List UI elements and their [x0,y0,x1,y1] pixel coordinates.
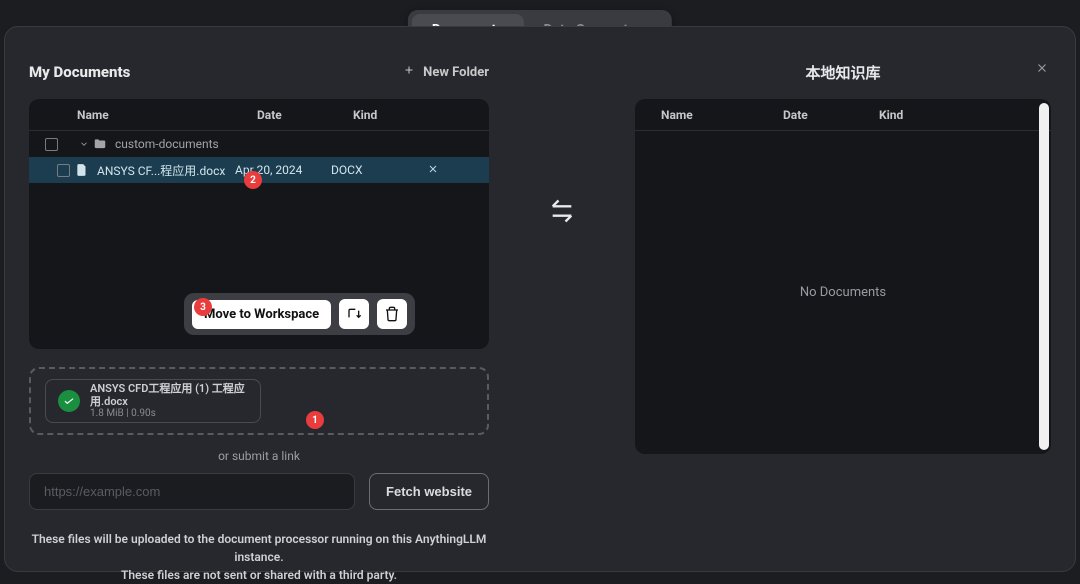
workspace-header-row: Name Date Kind [635,99,1051,131]
plus-icon [403,64,415,80]
upload-filename: ANSYS CFD工程应用 (1) 工程应用.docx [90,382,248,408]
modal-panel: My Documents New Folder Name Date Kind [4,26,1076,572]
new-folder-label: New Folder [423,65,489,80]
file-kind: DOCX [331,163,427,177]
workspace-header-date: Date [783,108,879,122]
step-badge-3: 3 [194,298,212,316]
table-header-row: Name Date Kind [29,99,489,131]
move-to-workspace-button[interactable]: Move to Workspace [192,300,331,329]
step-badge-2: 2 [244,171,262,189]
workspace-table: Name Date Kind No Documents [635,99,1051,454]
workspace-header-name: Name [659,108,783,122]
new-folder-button[interactable]: New Folder [403,64,489,80]
folder-row[interactable]: custom-documents [29,131,489,157]
chevron-down-icon[interactable] [75,139,93,149]
upload-meta: 1.8 MiB | 0.90s [90,408,248,420]
upload-dropzone[interactable]: ANSYS CFD工程应用 (1) 工程应用.docx 1.8 MiB | 0.… [29,367,489,435]
url-input[interactable] [29,473,355,510]
no-documents-label: No Documents [800,285,886,300]
file-checkbox[interactable] [57,164,70,177]
trash-icon[interactable] [377,299,407,329]
close-icon[interactable] [1035,61,1055,81]
swap-icon[interactable] [548,197,576,229]
file-name: ANSYS CF...程应用.docx [95,162,235,179]
success-icon [58,390,80,412]
workspace-header-kind: Kind [879,108,975,122]
table-header-kind: Kind [353,108,449,122]
folder-checkbox[interactable] [45,138,58,151]
my-documents-title: My Documents [29,63,130,81]
folder-icon [93,137,113,151]
file-icon [75,163,95,177]
fetch-website-button[interactable]: Fetch website [369,473,489,510]
table-header-name: Name [75,108,257,122]
close-row-icon[interactable] [427,164,439,178]
archive-icon[interactable] [339,299,369,329]
upload-entry: ANSYS CFD工程应用 (1) 工程应用.docx 1.8 MiB | 0.… [45,379,261,423]
submit-link-label: or submit a link [29,449,489,463]
workspace-title: 本地知识库 [635,57,1051,87]
upload-footnote: These files will be uploaded to the docu… [29,530,489,584]
documents-table: Name Date Kind custom-documents [29,99,489,349]
scrollbar[interactable] [1039,103,1049,450]
folder-name: custom-documents [113,137,257,151]
action-bar: Move to Workspace [184,293,415,335]
table-header-date: Date [257,108,353,122]
step-badge-1: 1 [306,411,324,429]
